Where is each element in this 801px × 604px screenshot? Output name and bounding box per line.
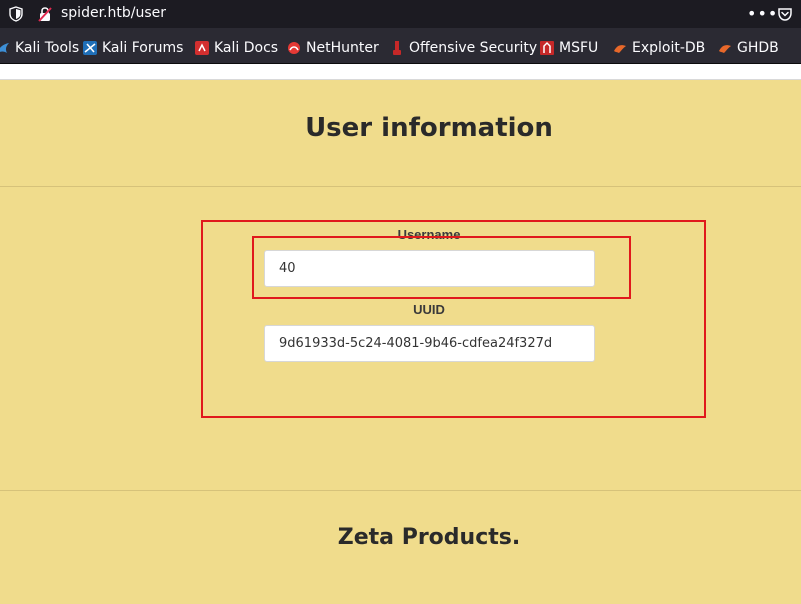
bookmark-kali-docs[interactable]: Kali Docs	[195, 39, 278, 57]
footer-title: Zeta Products.	[337, 525, 521, 550]
bookmark-kali-tools[interactable]: Kali Tools	[0, 39, 79, 57]
bookmark-ghdb[interactable]: GHDB	[718, 39, 779, 57]
page-top-strip	[0, 64, 801, 79]
section-divider	[0, 490, 801, 491]
nethunter-icon	[288, 42, 300, 54]
page-title: User information	[305, 113, 553, 143]
username-label: Username	[397, 227, 461, 242]
shield-icon[interactable]	[8, 6, 24, 22]
bookmark-exploit-db[interactable]: Exploit-DB	[613, 39, 705, 57]
pocket-icon[interactable]	[777, 6, 793, 22]
bookmark-kali-forums[interactable]: Kali Forums	[83, 39, 183, 57]
offsec-icon	[393, 41, 401, 55]
kali-dragon-icon	[0, 43, 9, 53]
msfu-icon	[540, 41, 554, 55]
insecure-lock-icon[interactable]	[37, 6, 53, 22]
kali-forums-icon	[83, 41, 97, 55]
section-divider	[0, 186, 801, 187]
ghdb-icon	[719, 45, 731, 53]
uuid-label: UUID	[413, 302, 445, 317]
bookmarks-toolbar: Kali Tools Kali Forums Kali Docs NetHunt…	[0, 28, 801, 64]
uuid-field[interactable]	[264, 325, 595, 362]
url-bar[interactable]: spider.htb/user •••	[0, 0, 801, 28]
page-top-divider	[0, 79, 801, 80]
bookmark-nethunter[interactable]: NetHunter	[287, 39, 379, 57]
bookmark-msfu[interactable]: MSFU	[540, 39, 598, 57]
exploit-db-icon	[614, 45, 626, 53]
page-actions-menu-icon[interactable]: •••	[747, 4, 778, 23]
url-text[interactable]: spider.htb/user	[61, 5, 166, 21]
bookmark-offensive-security[interactable]: Offensive Security	[390, 39, 537, 57]
username-field[interactable]	[264, 250, 595, 287]
kali-docs-icon	[195, 41, 209, 55]
